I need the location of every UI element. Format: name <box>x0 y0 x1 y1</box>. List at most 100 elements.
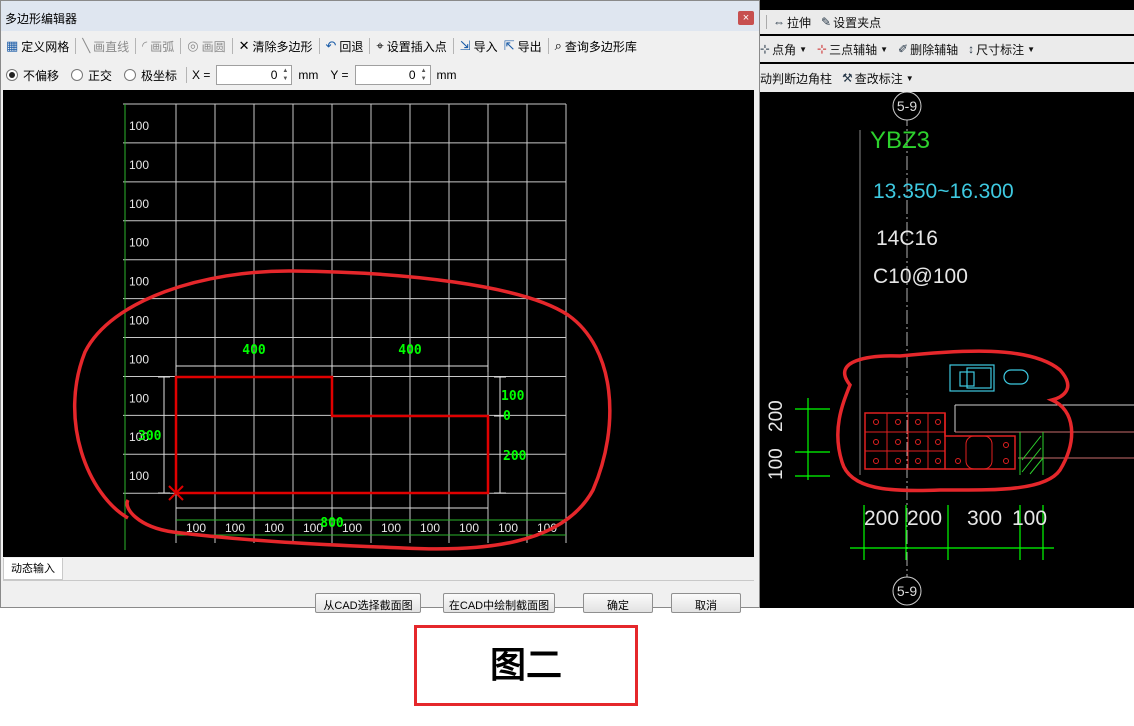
column-labels: 100 100 100 100 100 100 100 100 100 100 <box>186 521 557 535</box>
chevron-down-icon[interactable]: ▼ <box>906 74 914 83</box>
vertical-dimension <box>795 398 830 480</box>
y-label: Y = <box>330 68 349 82</box>
column-label: 100 <box>420 521 440 535</box>
column-label: 100 <box>342 521 362 535</box>
export-icon: ⇱ <box>503 38 515 53</box>
draw-in-cad-button[interactable]: 在CAD中绘制截面图 <box>443 593 555 613</box>
axis-label-bottom: 5-9 <box>897 583 917 599</box>
three-point-axis-tool[interactable]: ⊹ 三点辅轴 ▼ <box>817 41 888 58</box>
row-label: 100 <box>129 119 149 133</box>
column-section <box>864 404 1134 475</box>
close-button[interactable]: × <box>738 11 754 25</box>
dim-bottom-1: 200 <box>864 507 899 530</box>
three-point-axis-icon: ⊹ <box>817 42 828 56</box>
stretch-label: 拉伸 <box>787 15 812 30</box>
delete-axis-label: 删除辅轴 <box>910 42 959 57</box>
stretch-icon: ⇔ <box>773 15 785 29</box>
radio-no-offset[interactable] <box>6 69 18 81</box>
toolbar: ▦ 定义网格 ╲ 画直线 ◜ 画弧 ◎ 画圆 ✕ 清除多边形 ↶ 回退 ⌖ 设置插入点 ⇲ 导入… <box>3 33 755 59</box>
arc-icon: ◜ <box>142 38 148 53</box>
dialog-title: 多边形编辑器 <box>5 12 78 26</box>
check-label-icon: ⚒ <box>842 71 853 85</box>
undo-icon: ↶ <box>325 38 337 53</box>
dim-right-lower: 200 <box>503 449 527 464</box>
row-label: 100 <box>129 391 149 405</box>
mode-no-offset[interactable]: 不偏移 <box>3 67 62 84</box>
draw-line-label: 画直线 <box>93 39 130 54</box>
circle-icon: ◎ <box>187 38 199 53</box>
column-name-text: YBZ3 <box>870 127 930 154</box>
clear-polygon-label: 清除多边形 <box>252 39 313 54</box>
query-polygon-library-button[interactable]: ⌕ 查询多边形库 <box>552 38 640 55</box>
clear-icon: ✕ <box>238 38 250 53</box>
x-label: X = <box>192 68 211 82</box>
chevron-down-icon[interactable]: ▼ <box>799 45 807 54</box>
ok-button[interactable]: 确定 <box>583 593 653 613</box>
mode-polar[interactable]: 极坐标 <box>121 67 180 84</box>
row-label: 100 <box>129 314 149 328</box>
point-angle-icon: ⊹ <box>760 42 771 56</box>
caption-text: 图二 <box>489 644 562 686</box>
select-from-cad-button[interactable]: 从CAD选择截面图 <box>315 593 421 613</box>
spinner-icon[interactable]: ▲ ▼ <box>419 67 429 83</box>
rebar-detail-symbol <box>949 364 1029 392</box>
radio-orthogonal[interactable] <box>71 69 84 81</box>
mode-orthogonal[interactable]: 正交 <box>68 67 115 84</box>
auto-corner-column-tool[interactable]: 动判断边角柱 <box>760 70 832 87</box>
line-icon: ╲ <box>82 38 91 53</box>
import-button[interactable]: ⇲ 导入 <box>457 38 501 55</box>
cancel-button[interactable]: 取消 <box>671 593 741 613</box>
delete-axis-tool[interactable]: ✐ 删除辅轴 <box>898 41 958 58</box>
row-label: 100 <box>129 158 149 172</box>
caption-box: 图二 <box>414 625 638 706</box>
radio-polar[interactable] <box>124 69 137 81</box>
polygon-canvas[interactable]: 100 100 100 100 100 100 100 100 100 100 100 100 100… <box>3 90 754 557</box>
axis-label-top: 5-9 <box>897 98 917 114</box>
clear-polygon-button[interactable]: ✕ 清除多边形 <box>236 38 316 55</box>
undo-button[interactable]: ↶ 回退 <box>323 38 367 55</box>
stretch-tool[interactable]: ⇔ 拉伸 <box>773 14 811 31</box>
row-label: 100 <box>129 352 149 366</box>
x-value: 0 <box>270 68 278 82</box>
y-input[interactable]: 0 ▲ ▼ <box>354 65 431 85</box>
column-label: 100 <box>264 521 284 535</box>
mode-no-offset-label: 不偏移 <box>23 68 60 83</box>
define-grid-label: 定义网格 <box>21 39 70 54</box>
x-unit: mm <box>298 68 319 82</box>
spinner-icon[interactable]: ▲ ▼ <box>280 67 290 83</box>
draw-circle-button[interactable]: ◎ 画圆 <box>184 38 228 55</box>
grid-icon: ▦ <box>6 38 19 53</box>
cad-toolbar-row3: 动判断边角柱 ⚒ 查改标注 ▼ <box>760 64 1134 92</box>
point-angle-label: 点角 <box>772 42 797 57</box>
check-label-tool[interactable]: ⚒ 查改标注 ▼ <box>842 70 914 87</box>
draw-line-button[interactable]: ╲ 画直线 <box>79 38 132 55</box>
three-point-axis-label: 三点辅轴 <box>829 42 878 57</box>
dim-right-upper-b: 0 <box>503 409 511 424</box>
tab-dynamic-input[interactable]: 动态输入 <box>3 558 63 580</box>
dim-vertical-upper: 200 <box>766 400 787 432</box>
cad-drawing-area[interactable]: ⇔ 拉伸 ✎ 设置夹点 ⊹ 点角 ▼ ⊹ 三点辅轴 ▼ ✐ 删除辅轴 ↕ 尺寸标… <box>760 0 1134 608</box>
x-input[interactable]: 0 ▲ ▼ <box>216 65 293 85</box>
chevron-down-icon[interactable]: ▼ <box>1027 45 1035 54</box>
title-bar[interactable]: 多边形编辑器 × <box>1 1 759 31</box>
row-label: 100 <box>129 275 149 289</box>
column-label: 100 <box>459 521 479 535</box>
set-insert-point-button[interactable]: ⌖ 设置插入点 <box>373 38 449 55</box>
dim-top-right: 400 <box>398 343 422 358</box>
query-polygon-library-label: 查询多边形库 <box>564 39 637 54</box>
dim-vertical-lower: 100 <box>766 448 787 480</box>
dimension-label: 尺寸标注 <box>976 42 1025 57</box>
dim-bottom-3: 300 <box>967 507 1002 530</box>
dimension-tool[interactable]: ↕ 尺寸标注 ▼ <box>968 41 1035 58</box>
dim-bottom-4: 100 <box>1012 507 1047 530</box>
point-angle-tool[interactable]: ⊹ 点角 ▼ <box>760 41 807 58</box>
undo-label: 回退 <box>339 39 364 54</box>
set-grip-tool[interactable]: ✎ 设置夹点 <box>821 14 881 31</box>
dim-top-left: 400 <box>242 343 266 358</box>
define-grid-button[interactable]: ▦ 定义网格 <box>3 38 72 55</box>
draw-arc-button[interactable]: ◜ 画弧 <box>139 38 177 55</box>
coordinate-bar: 不偏移 正交 极坐标 X = 0 ▲ ▼ mm Y = 0 ▲ ▼ mm <box>3 62 755 88</box>
chevron-down-icon[interactable]: ▼ <box>880 45 888 54</box>
cad-drawing-canvas[interactable]: 5-9 5-9 YBZ3 13.350~16.300 14C16 C10@100 <box>760 92 1134 608</box>
export-button[interactable]: ⇱ 导出 <box>501 38 545 55</box>
